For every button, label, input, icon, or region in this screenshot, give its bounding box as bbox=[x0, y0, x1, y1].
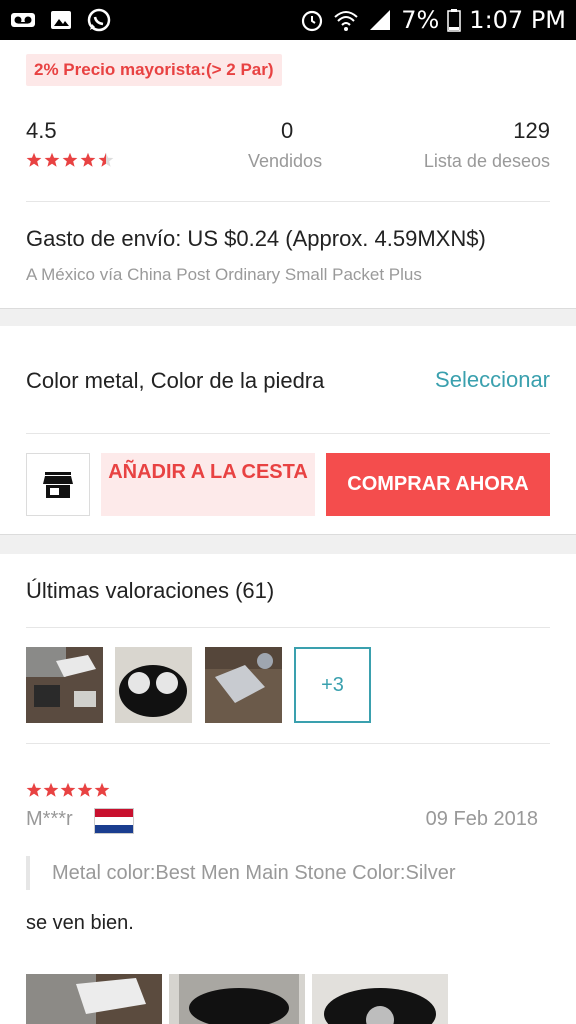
rating-value: 4.5 bbox=[26, 118, 57, 143]
review-photo-thumbnail[interactable] bbox=[26, 647, 103, 723]
add-to-cart-button[interactable]: AÑADIR A LA CESTA bbox=[101, 453, 315, 516]
review-date: 09 Feb 2018 bbox=[425, 808, 538, 830]
wishlist-label[interactable]: Lista de deseos bbox=[424, 151, 550, 172]
variant-select-link[interactable]: Seleccionar bbox=[435, 367, 550, 393]
star-icon bbox=[94, 782, 110, 797]
netherlands-flag-icon bbox=[94, 808, 134, 834]
wholesale-price-tag: 2% Precio mayorista:(> 2 Par) bbox=[26, 54, 282, 86]
signal-icon bbox=[370, 10, 391, 30]
section-separator bbox=[0, 534, 576, 554]
whatsapp-icon bbox=[87, 8, 111, 32]
rating-stars bbox=[26, 152, 114, 168]
alarm-icon bbox=[302, 10, 323, 32]
review-photo[interactable] bbox=[169, 974, 305, 1024]
star-icon bbox=[80, 152, 96, 167]
store-icon bbox=[43, 471, 73, 498]
star-icon bbox=[62, 152, 78, 167]
review-text: se ven bien. bbox=[26, 912, 134, 934]
divider bbox=[26, 201, 550, 202]
divider bbox=[26, 433, 550, 434]
buy-now-button[interactable]: COMPRAR AHORA bbox=[326, 453, 550, 516]
star-icon bbox=[26, 152, 42, 167]
section-separator bbox=[0, 308, 576, 326]
review-attributes: Metal color:Best Men Main Stone Color:Si… bbox=[52, 862, 456, 884]
review-photo[interactable] bbox=[312, 974, 448, 1024]
battery-icon bbox=[447, 9, 462, 32]
review-stars bbox=[26, 782, 110, 798]
battery-percent: 7% bbox=[401, 6, 440, 34]
review-photo-thumbnail[interactable] bbox=[115, 647, 192, 723]
reviewer-name: M***r bbox=[26, 808, 73, 830]
star-icon bbox=[77, 782, 93, 797]
variant-label[interactable]: Color metal, Color de la piedra bbox=[26, 368, 324, 394]
star-icon bbox=[60, 782, 76, 797]
more-photos-button[interactable]: +3 bbox=[294, 647, 371, 723]
wifi-icon bbox=[334, 11, 358, 31]
star-icon bbox=[43, 782, 59, 797]
store-button[interactable] bbox=[26, 453, 90, 516]
star-icon bbox=[98, 152, 114, 167]
review-photo[interactable] bbox=[26, 974, 162, 1024]
shipping-cost[interactable]: Gasto de envío: US $0.24 (Approx. 4.59MX… bbox=[26, 226, 486, 252]
image-icon bbox=[51, 11, 71, 29]
voicemail-icon bbox=[11, 13, 35, 27]
star-icon bbox=[44, 152, 60, 167]
review-photo-thumbnail[interactable] bbox=[205, 647, 282, 723]
attribute-quote-bar bbox=[26, 856, 30, 890]
wishlist-count[interactable]: 129 bbox=[513, 118, 550, 144]
sold-count: 0 bbox=[281, 118, 294, 143]
status-bar: 7% 1:07 PM bbox=[0, 0, 576, 40]
divider bbox=[26, 743, 550, 744]
sold-label: Vendidos bbox=[248, 151, 323, 171]
shipping-method: A México vía China Post Ordinary Small P… bbox=[26, 265, 422, 284]
clock: 1:07 PM bbox=[469, 6, 566, 34]
reviews-title[interactable]: Últimas valoraciones (61) bbox=[26, 578, 274, 604]
star-icon bbox=[26, 782, 42, 797]
divider bbox=[26, 627, 550, 628]
